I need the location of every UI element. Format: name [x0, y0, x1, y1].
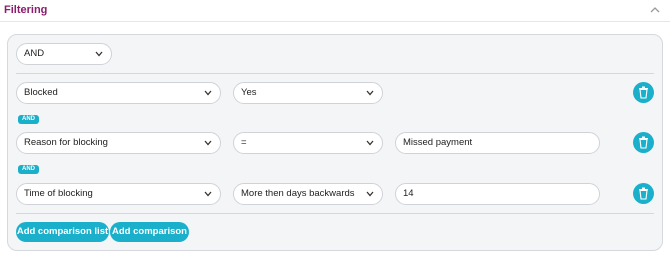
logic-operator-select[interactable]: AND [16, 43, 112, 65]
condition-3-field-value: Time of blocking [24, 188, 93, 199]
chevron-down-icon [204, 191, 212, 197]
chevron-down-icon [366, 140, 374, 146]
chevron-down-icon [204, 90, 212, 96]
add-comparison-button[interactable]: Add comparison [110, 222, 189, 242]
delete-condition-2-button[interactable] [633, 132, 654, 153]
condition-1-field-value: Blocked [24, 87, 58, 98]
chevron-down-icon [366, 90, 374, 96]
condition-1-field-select[interactable]: Blocked [16, 82, 221, 104]
delete-condition-1-button[interactable] [633, 82, 654, 103]
chevron-down-icon [95, 51, 103, 57]
condition-3-field-select[interactable]: Time of blocking [16, 183, 221, 205]
filtering-section-header: Filtering [0, 0, 670, 22]
trash-icon [639, 86, 648, 99]
chevron-down-icon [204, 140, 212, 146]
condition-2-operator-value: = [241, 137, 247, 148]
chevron-down-icon [366, 191, 374, 197]
trash-icon [639, 187, 648, 200]
condition-2-operator-select[interactable]: = [233, 132, 383, 154]
delete-condition-3-button[interactable] [633, 183, 654, 204]
and-connector-badge: AND [18, 115, 39, 124]
condition-2-field-select[interactable]: Reason for blocking [16, 132, 221, 154]
add-comparison-list-button[interactable]: Add comparison list [16, 222, 109, 242]
condition-1-operator-value: Yes [241, 87, 257, 98]
trash-icon [639, 136, 648, 149]
and-connector-badge: AND [18, 165, 39, 174]
condition-1-operator-select[interactable]: Yes [233, 82, 383, 104]
condition-3-operator-value: More then days backwards [241, 188, 355, 199]
divider [16, 213, 654, 214]
divider [16, 73, 654, 74]
condition-2-field-value: Reason for blocking [24, 137, 108, 148]
chevron-up-icon[interactable] [648, 3, 662, 17]
condition-2-value-input[interactable]: Missed payment [395, 132, 600, 154]
section-title: Filtering [4, 4, 48, 16]
filter-panel: AND Blocked Yes AND Reason for blocking … [7, 34, 663, 251]
condition-3-operator-select[interactable]: More then days backwards [233, 183, 383, 205]
condition-3-value-input[interactable]: 14 [395, 183, 600, 205]
logic-operator-value: AND [24, 48, 45, 59]
